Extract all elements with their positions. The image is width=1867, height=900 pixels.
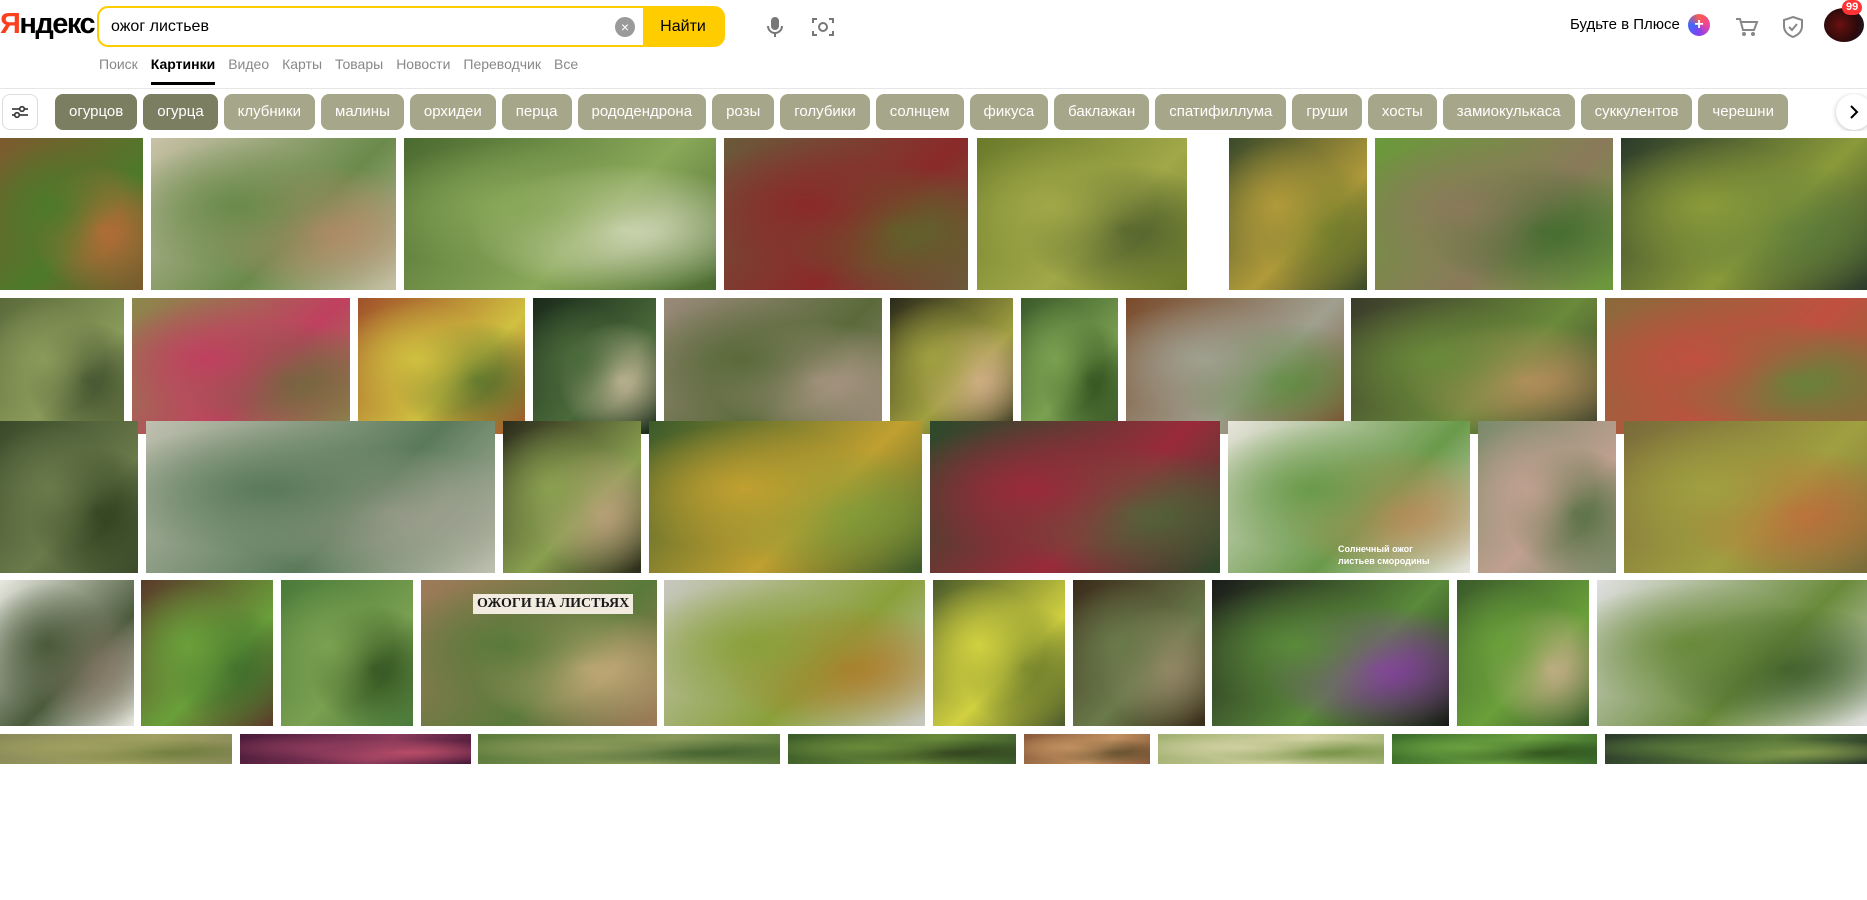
image-thumbnail[interactable] bbox=[890, 298, 1013, 434]
image-thumbnail[interactable] bbox=[1212, 580, 1449, 726]
image-thumbnail[interactable] bbox=[1478, 421, 1616, 573]
image-thumbnail[interactable] bbox=[503, 421, 641, 573]
image-thumbnail[interactable] bbox=[788, 734, 1016, 764]
chip[interactable]: замиокулькаса bbox=[1442, 94, 1575, 130]
chip[interactable]: голубики bbox=[780, 94, 870, 130]
image-results-grid: Солнечный ожог листьев смородины ОЖОГИ НА … bbox=[0, 138, 1867, 900]
notifications-badge: 99 bbox=[1842, 0, 1863, 15]
chip[interactable]: баклажан bbox=[1054, 94, 1150, 130]
image-thumbnail[interactable] bbox=[0, 734, 232, 764]
nav-item-all[interactable]: Все bbox=[554, 56, 578, 86]
chip[interactable]: фикуса bbox=[969, 94, 1049, 130]
clear-icon[interactable]: × bbox=[615, 17, 635, 37]
nav-item-translate[interactable]: Переводчик bbox=[463, 56, 541, 86]
logo-rest: ндекс bbox=[19, 8, 95, 40]
camera-search-icon[interactable] bbox=[808, 12, 838, 42]
image-thumbnail[interactable] bbox=[358, 298, 525, 434]
image-thumbnail[interactable] bbox=[1457, 580, 1589, 726]
image-thumbnail[interactable] bbox=[664, 580, 925, 726]
refinement-chips-row: огурцов огурца клубники малины орхидеи п… bbox=[0, 93, 1867, 131]
chip[interactable]: черешни bbox=[1698, 94, 1788, 130]
image-thumbnail[interactable] bbox=[1375, 138, 1613, 290]
chip[interactable]: розы bbox=[712, 94, 775, 130]
chip[interactable]: хосты bbox=[1367, 94, 1437, 130]
chip[interactable]: груши bbox=[1292, 94, 1362, 130]
shield-icon[interactable] bbox=[1778, 12, 1808, 42]
chip[interactable]: перца bbox=[501, 94, 572, 130]
nav-item-images[interactable]: Картинки bbox=[150, 56, 216, 86]
image-thumbnail[interactable] bbox=[1126, 298, 1344, 434]
image-thumbnail[interactable] bbox=[240, 734, 471, 764]
logo-first-letter: Я bbox=[0, 8, 21, 40]
chip[interactable]: рододендрона bbox=[577, 94, 707, 130]
image-thumbnail[interactable] bbox=[1605, 298, 1867, 434]
image-thumbnail[interactable] bbox=[724, 138, 968, 290]
image-thumbnail[interactable] bbox=[478, 734, 780, 764]
chip[interactable]: огурцов bbox=[55, 94, 138, 130]
yandex-logo[interactable]: Яндекс bbox=[0, 8, 96, 41]
image-thumbnail[interactable] bbox=[1597, 580, 1867, 726]
chip[interactable]: солнцем bbox=[875, 94, 964, 130]
microphone-icon[interactable] bbox=[760, 12, 790, 42]
refinement-chips: огурцов огурца клубники малины орхидеи п… bbox=[55, 94, 1788, 130]
chip[interactable]: спатифиллума bbox=[1155, 94, 1287, 130]
image-thumbnail[interactable] bbox=[281, 580, 413, 726]
image-thumbnail[interactable] bbox=[933, 580, 1065, 726]
search-input[interactable] bbox=[99, 8, 643, 45]
image-thumbnail[interactable] bbox=[1624, 421, 1867, 573]
image-thumbnail[interactable]: Солнечный ожог листьев смородины bbox=[1228, 421, 1470, 573]
image-thumbnail[interactable] bbox=[1621, 138, 1867, 290]
image-thumbnail[interactable] bbox=[664, 298, 882, 434]
image-thumbnail[interactable] bbox=[0, 138, 143, 290]
image-thumbnail[interactable] bbox=[0, 580, 134, 726]
image-thumbnail[interactable] bbox=[146, 421, 495, 573]
nav-item-maps[interactable]: Карты bbox=[282, 56, 322, 86]
image-thumbnail[interactable] bbox=[0, 298, 124, 434]
plus-promo-text[interactable]: Будьте в Плюсе bbox=[1570, 16, 1680, 33]
header-divider bbox=[0, 88, 1867, 89]
image-thumbnail[interactable] bbox=[649, 421, 922, 573]
search-nav: Поиск Картинки Видео Карты Товары Новост… bbox=[99, 56, 591, 86]
chip[interactable]: орхидеи bbox=[409, 94, 496, 130]
search-button[interactable]: Найти bbox=[643, 8, 723, 45]
nav-item-search[interactable]: Поиск bbox=[99, 56, 138, 86]
search-bar: × Найти bbox=[97, 6, 725, 47]
chevron-right-icon[interactable] bbox=[1836, 94, 1867, 130]
cart-icon[interactable] bbox=[1732, 12, 1762, 42]
image-thumbnail[interactable] bbox=[151, 138, 396, 290]
header: Яндекс × Найти Будьте в Плюсе 99 Поиск К… bbox=[0, 0, 1867, 88]
plus-icon[interactable] bbox=[1688, 14, 1710, 36]
image-thumbnail[interactable] bbox=[977, 138, 1187, 290]
image-thumbnail[interactable] bbox=[141, 580, 273, 726]
chip[interactable]: огурца bbox=[143, 94, 218, 130]
image-thumbnail[interactable] bbox=[0, 421, 138, 573]
image-thumbnail[interactable] bbox=[533, 298, 656, 434]
image-thumbnail[interactable] bbox=[1073, 580, 1205, 726]
image-thumbnail[interactable] bbox=[1351, 298, 1597, 434]
image-thumbnail[interactable]: ОЖОГИ НА ЛИСТЬЯХ bbox=[421, 580, 657, 726]
image-thumbnail[interactable] bbox=[930, 421, 1220, 573]
chip[interactable]: клубники bbox=[223, 94, 316, 130]
nav-item-news[interactable]: Новости bbox=[396, 56, 450, 86]
image-thumbnail[interactable] bbox=[132, 298, 350, 434]
nav-item-video[interactable]: Видео bbox=[228, 56, 269, 86]
filter-icon[interactable] bbox=[2, 94, 38, 130]
image-thumbnail[interactable] bbox=[1024, 734, 1150, 764]
image-thumbnail[interactable] bbox=[1158, 734, 1384, 764]
image-thumbnail[interactable] bbox=[1605, 734, 1867, 764]
chip[interactable]: суккулентов bbox=[1580, 94, 1693, 130]
thumbnail-caption: ОЖОГИ НА ЛИСТЬЯХ bbox=[473, 594, 634, 614]
image-thumbnail[interactable] bbox=[404, 138, 716, 290]
image-thumbnail[interactable] bbox=[1392, 734, 1597, 764]
nav-item-products[interactable]: Товары bbox=[335, 56, 383, 86]
chip[interactable]: малины bbox=[321, 94, 404, 130]
thumbnail-caption: листьев смородины bbox=[1338, 556, 1430, 566]
image-thumbnail[interactable] bbox=[1021, 298, 1118, 434]
thumbnail-caption: Солнечный ожог bbox=[1338, 544, 1413, 554]
image-thumbnail[interactable] bbox=[1229, 138, 1367, 290]
